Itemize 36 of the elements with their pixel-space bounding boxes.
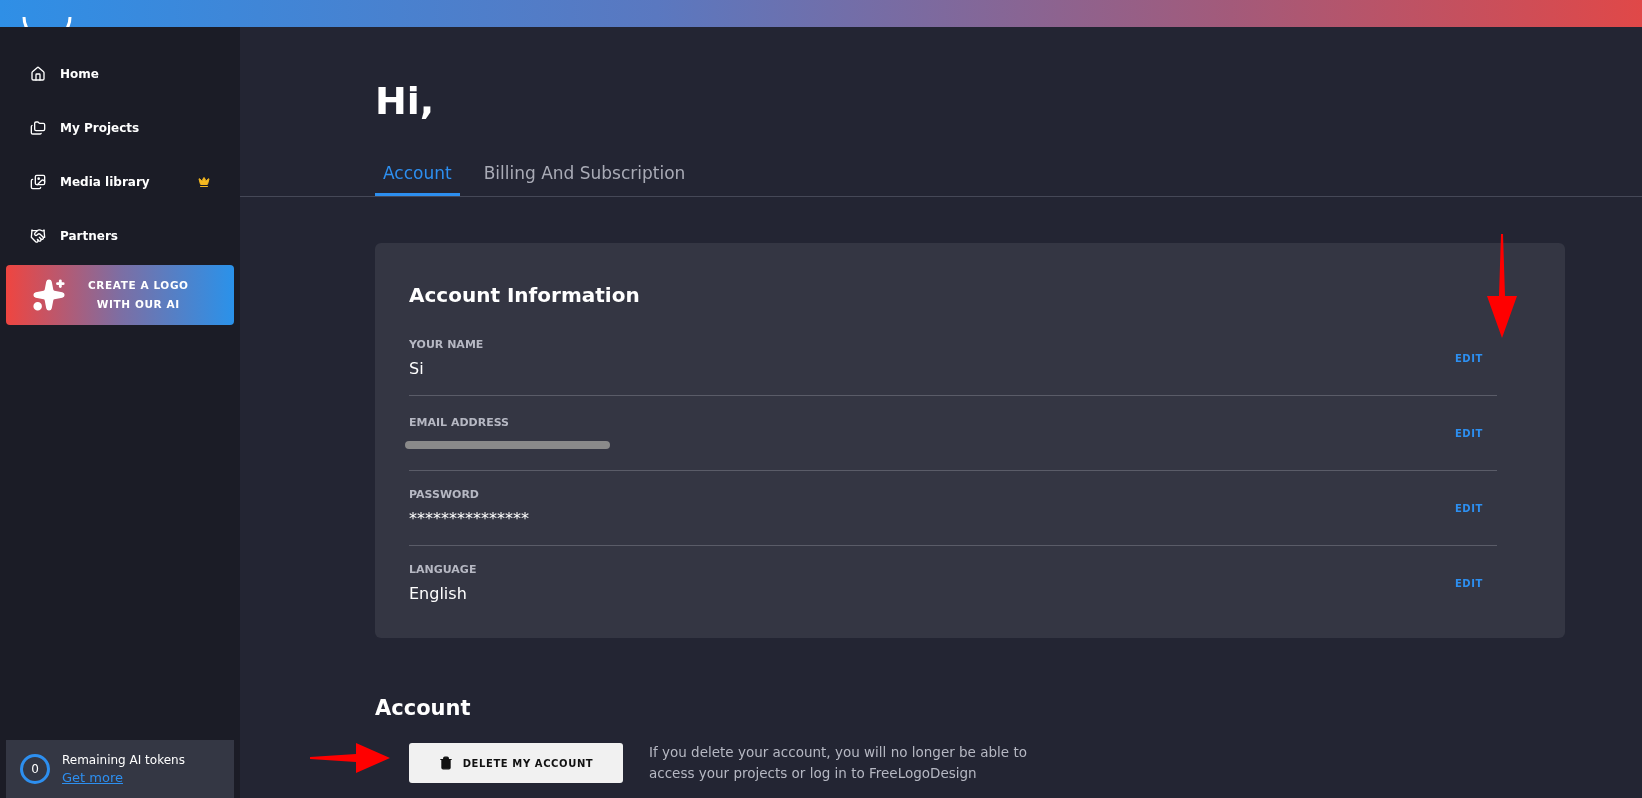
field-value: Si — [409, 359, 425, 378]
section-title: Account — [375, 696, 472, 720]
sidebar-item-label: Partners — [60, 229, 119, 243]
house-icon — [30, 66, 46, 82]
handshake-icon — [30, 228, 46, 244]
card-title: Account Information — [409, 283, 641, 307]
edit-button[interactable]: EDIT — [1448, 426, 1489, 440]
delete-note: If you delete your account, you will no longer be able to access your projects or log in to FreeLogoDesign — [649, 743, 1028, 783]
sidebar-item[interactable]: Home — [0, 47, 240, 101]
tab[interactable]: Billing And Subscription — [475, 163, 694, 196]
trash-icon — [438, 756, 453, 770]
delete-account-button[interactable]: DELETE MY ACCOUNT — [409, 743, 623, 783]
images-icon — [30, 174, 46, 190]
field-value: *************** — [409, 509, 530, 528]
sparkles-icon — [32, 278, 66, 312]
sidebar-item[interactable]: Partners — [0, 209, 240, 263]
sidebar-item-label: My Projects — [60, 121, 141, 135]
field-label: LANGUAGE — [409, 563, 478, 576]
edit-button[interactable]: EDIT — [1448, 351, 1489, 365]
tab[interactable]: Account — [375, 163, 460, 196]
create-logo-ai-button[interactable]: CREATE A LOGO WITH OUR AI — [6, 265, 234, 325]
edit-button[interactable]: EDIT — [1448, 576, 1489, 590]
sidebar-item-label: Media library — [60, 175, 151, 189]
token-count: 0 — [20, 754, 50, 784]
tokens-label: Remaining AI tokens — [62, 753, 185, 767]
folders-icon — [30, 120, 46, 136]
sidebar-item[interactable]: My Projects — [0, 101, 240, 155]
get-more-link[interactable]: Get more — [62, 770, 185, 785]
edit-button[interactable]: EDIT — [1448, 501, 1489, 515]
field-value: English — [409, 584, 468, 603]
field-label: YOUR NAME — [409, 338, 485, 351]
field-label: EMAIL ADDRESS — [409, 415, 510, 429]
sidebar-item[interactable]: Media library — [0, 155, 240, 209]
sidebar-item-label: Home — [60, 67, 100, 81]
field-label: PASSWORD — [409, 488, 480, 501]
greeting: Hi, — [375, 79, 436, 123]
